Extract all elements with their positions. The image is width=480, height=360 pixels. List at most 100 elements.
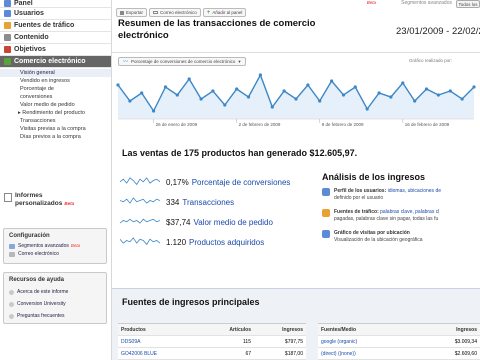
column-header[interactable]: Productos — [118, 327, 202, 333]
metric-row: 0,17% Porcentaje de conversiones — [120, 172, 316, 192]
data-point[interactable] — [436, 93, 440, 97]
data-point[interactable] — [377, 91, 381, 95]
column-header[interactable]: Ingresos — [254, 327, 306, 333]
column-header[interactable]: Ingresos — [414, 327, 480, 333]
conversion-line-chart[interactable]: 26 de enero de 2009 2 de febrero de 2009 9… — [112, 67, 480, 137]
data-point[interactable] — [389, 95, 393, 99]
nav-item[interactable]: Objetivos — [0, 44, 111, 56]
main-content: Exportar Correo electrónico + Añadir al p… — [112, 8, 480, 360]
revenue-sources-title: Fuentes de ingresos principales — [122, 297, 260, 307]
nav-item-label: Fuentes de tráfico — [14, 22, 75, 29]
data-point[interactable] — [258, 73, 262, 77]
metric-label[interactable]: Porcentaje de conversiones — [192, 178, 291, 187]
nav-item[interactable]: Panel — [0, 0, 111, 8]
x-tick-label: 9 de febrero de 2009 — [322, 122, 364, 127]
config-link[interactable]: Segmentos avanzados Beta — [9, 242, 101, 250]
submenu-item[interactable]: Visión general — [0, 69, 111, 77]
analysis-links[interactable]: palabras clave, palabras cl — [380, 209, 439, 215]
row-link[interactable]: DDS09A — [118, 339, 202, 345]
data-point[interactable] — [460, 97, 464, 101]
analysis-links[interactable]: idiomas, ubicaciones de — [388, 188, 441, 194]
data-point[interactable] — [413, 99, 417, 103]
cell-value: 115 — [243, 338, 251, 345]
chevron-down-icon: ▾ — [238, 58, 241, 64]
analysis-lead: Perfil de los usuarios: — [334, 188, 387, 194]
date-range[interactable]: 23/01/2009 - 22/02/2 — [396, 26, 480, 37]
chart-area: 〰 Porcentaje de conversiones de comercio… — [112, 52, 480, 144]
nav-item[interactable]: Usuarios — [0, 8, 111, 20]
email-icon — [153, 11, 159, 14]
submenu-item[interactable]: Visitas previas a la compra — [0, 125, 111, 133]
data-point[interactable] — [448, 89, 452, 93]
data-point[interactable] — [175, 93, 179, 97]
data-point[interactable] — [306, 83, 310, 87]
analysis-lead[interactable]: Gráfico de visitas por ubicación — [334, 230, 410, 236]
submenu-item[interactable]: Transacciones — [0, 117, 111, 125]
row-link[interactable]: GO42006 BLUE — [118, 351, 202, 357]
beta-badge: Beta — [70, 243, 81, 248]
custom-reports-label-1: Informes — [15, 192, 43, 199]
data-point[interactable] — [246, 95, 251, 99]
data-point[interactable] — [270, 105, 274, 109]
data-point[interactable] — [424, 87, 429, 91]
data-point[interactable] — [294, 97, 298, 101]
submenu-item[interactable]: Días previos a la compra — [0, 133, 111, 141]
nav-item[interactable]: Fuentes de tráfico — [0, 20, 111, 32]
data-point[interactable] — [235, 87, 239, 91]
data-point[interactable] — [199, 97, 203, 101]
submenu-item[interactable]: Porcentaje de — [0, 85, 111, 93]
data-point[interactable] — [140, 91, 144, 95]
advanced-segments-label[interactable]: Segmentos avanzados — [401, 0, 452, 6]
submenu-item[interactable]: conversiones — [0, 93, 111, 101]
data-point[interactable] — [365, 107, 369, 111]
data-point[interactable] — [223, 103, 227, 107]
chart-metric-select[interactable]: 〰 Porcentaje de conversiones de comercio… — [118, 57, 246, 66]
row-link[interactable]: google (organic) — [318, 339, 414, 345]
submenu-item[interactable]: ▸ Rendimiento del producto — [0, 109, 111, 117]
export-button[interactable]: Exportar — [116, 8, 148, 17]
traffic-icon — [4, 22, 11, 29]
metric-label[interactable]: Productos adquiridos — [189, 238, 264, 247]
add-to-dashboard-button[interactable]: + Añadir al panel — [202, 8, 247, 17]
submenu-item[interactable]: Valor medio de pedido — [0, 101, 111, 109]
data-point[interactable] — [282, 89, 286, 93]
nav-item[interactable]: Contenido — [0, 32, 111, 44]
help-link[interactable]: Conversion University — [9, 298, 101, 310]
metric-label[interactable]: Valor medio de pedido — [193, 218, 272, 227]
custom-reports-link[interactable]: Informes personalizados Beta — [4, 192, 74, 208]
data-point[interactable] — [152, 109, 156, 113]
segment-select[interactable]: Todos los — [456, 0, 480, 8]
email-button[interactable]: Correo electrónico — [149, 8, 201, 17]
data-point[interactable] — [318, 99, 322, 103]
nav-item[interactable]: Comercio electrónico — [0, 56, 111, 68]
beta-badge: Beta — [366, 0, 376, 5]
data-point[interactable] — [472, 85, 476, 89]
data-point[interactable] — [128, 99, 132, 103]
help-link[interactable]: Preguntas frecuentes — [9, 310, 101, 322]
data-point[interactable] — [353, 85, 357, 89]
analysis-text: Gráfico de visitas por ubicación Visualiz… — [334, 230, 423, 243]
metric-label[interactable]: Transacciones — [182, 198, 234, 207]
data-point[interactable] — [401, 81, 405, 85]
data-point[interactable] — [187, 77, 191, 81]
revenue-analysis: Análisis de los ingresos Perfil de los u… — [322, 172, 480, 251]
data-point[interactable] — [211, 89, 215, 93]
table-row: google (organic) $3.009,34 — [318, 336, 480, 348]
reports-icon — [4, 193, 12, 202]
data-point[interactable] — [330, 79, 334, 83]
column-header[interactable]: Fuentes/Medio — [318, 327, 414, 333]
metric-value: 1.120 — [166, 237, 187, 247]
cell-value: 67 — [245, 350, 251, 357]
help-link[interactable]: Acerca de este informe — [9, 286, 101, 298]
config-link[interactable]: Correo electrónico — [9, 250, 101, 258]
column-header[interactable]: Artículos — [202, 327, 254, 333]
row-link[interactable]: (direct) ((none)) — [318, 351, 414, 357]
help-title: Recursos de ayuda — [9, 277, 65, 283]
submenu-item[interactable]: Vendido en ingresos — [0, 77, 111, 85]
ecommerce-icon — [4, 58, 11, 65]
data-point[interactable] — [116, 83, 120, 87]
data-point[interactable] — [163, 85, 168, 89]
data-point[interactable] — [341, 93, 346, 97]
metric-row: $37,74 Valor medio de pedido — [120, 212, 316, 232]
info-icon — [9, 289, 14, 295]
